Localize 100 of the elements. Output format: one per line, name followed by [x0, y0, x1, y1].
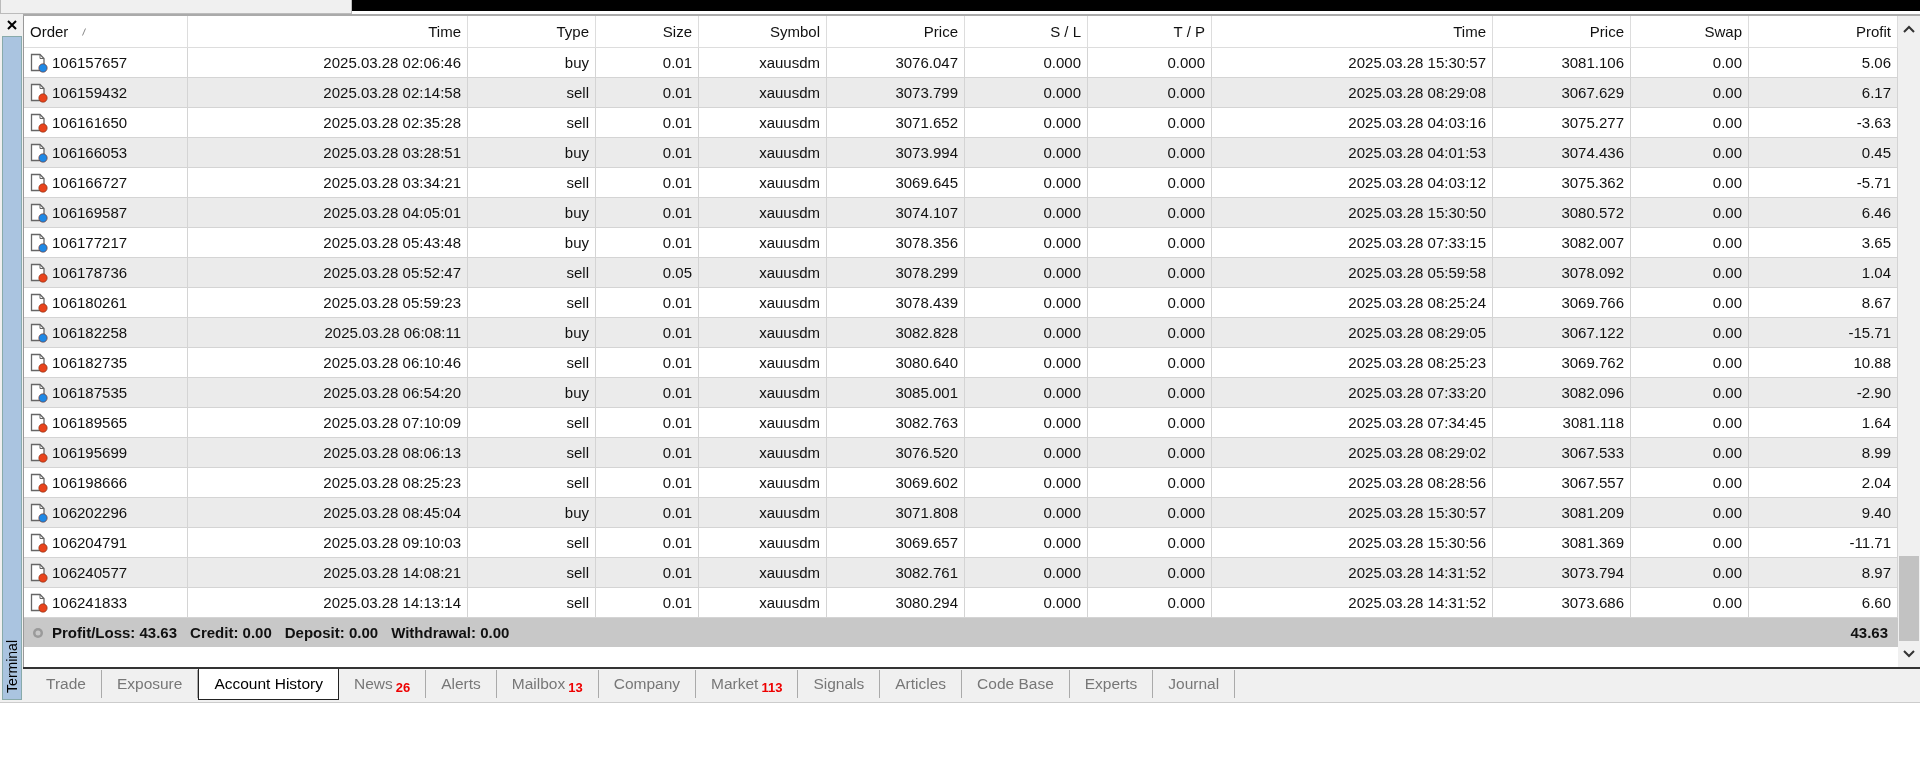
table-cell: sell — [467, 557, 596, 588]
table-cell: 0.00 — [1630, 557, 1749, 588]
table-cell: 0.01 — [595, 47, 699, 78]
table-cell: 2025.03.28 05:59:23 — [187, 287, 468, 318]
column-header[interactable]: Order — [24, 16, 188, 48]
column-header[interactable]: Swap — [1630, 16, 1749, 48]
column-header[interactable]: Price — [1492, 16, 1631, 48]
tab[interactable]: Trade — [31, 670, 102, 698]
table-cell: 2025.03.28 07:33:20 — [1211, 377, 1493, 408]
table-cell: 0.00 — [1630, 347, 1749, 378]
table-cell: 3071.808 — [826, 497, 965, 528]
column-header[interactable]: Profit — [1748, 16, 1898, 48]
summary-value: Withdrawal: 0.00 — [391, 624, 510, 641]
table-cell: 2025.03.28 14:13:14 — [187, 587, 468, 618]
table-cell: -11.71 — [1748, 527, 1898, 558]
table-cell: 3069.657 — [826, 527, 965, 558]
table-cell: xauusdm — [698, 347, 827, 378]
table-cell: 2025.03.28 05:52:47 — [187, 257, 468, 288]
table-cell: 3078.356 — [826, 227, 965, 258]
table-cell: 0.01 — [595, 287, 699, 318]
column-header[interactable]: Type — [467, 16, 596, 48]
table-cell: 0.000 — [1087, 407, 1212, 438]
table-cell: 3078.439 — [826, 287, 965, 318]
table-cell: 0.01 — [595, 167, 699, 198]
table-cell: 3067.122 — [1492, 317, 1631, 348]
column-header[interactable]: Price — [826, 16, 965, 48]
tab[interactable]: Code Base — [962, 670, 1070, 698]
unread-count: 13 — [568, 679, 583, 695]
table-cell: buy — [467, 137, 596, 168]
order-number: 106180261 — [52, 294, 128, 311]
column-header[interactable]: Time — [187, 16, 468, 48]
table-cell: 3075.277 — [1492, 107, 1631, 138]
table-cell: 3074.436 — [1492, 137, 1631, 168]
table-cell: 2025.03.28 15:30:57 — [1211, 47, 1493, 78]
tab[interactable]: Journal — [1153, 670, 1236, 698]
table-cell: 3073.799 — [826, 77, 965, 108]
total-profit: 43.63 — [1850, 624, 1888, 641]
table-cell: xauusdm — [698, 527, 827, 558]
table-cell: 3.65 — [1748, 227, 1898, 258]
table-cell: 3080.640 — [826, 347, 965, 378]
table-cell: 0.000 — [1087, 347, 1212, 378]
table-cell: xauusdm — [698, 47, 827, 78]
table-cell: 3081.369 — [1492, 527, 1631, 558]
table-cell: 6.17 — [1748, 77, 1898, 108]
table-cell: 0.00 — [1630, 407, 1749, 438]
tab[interactable]: Experts — [1069, 670, 1154, 698]
table-cell: 0.000 — [964, 47, 1088, 78]
table-cell: 0.000 — [1087, 107, 1212, 138]
table-cell: sell — [467, 257, 596, 288]
table-cell: sell — [467, 407, 596, 438]
table-cell: 2025.03.28 06:10:46 — [187, 347, 468, 378]
table-cell: 3081.118 — [1492, 407, 1631, 438]
column-header[interactable]: Time — [1211, 16, 1493, 48]
table-cell: xauusdm — [698, 557, 827, 588]
table-cell: 0.00 — [1630, 587, 1749, 618]
table-cell: 2025.03.28 08:06:13 — [187, 437, 468, 468]
column-header[interactable]: S / L — [964, 16, 1088, 48]
table-cell: xauusdm — [698, 107, 827, 138]
column-header[interactable]: Symbol — [698, 16, 827, 48]
table-cell: 3082.763 — [826, 407, 965, 438]
scroll-up-icon[interactable] — [1902, 24, 1916, 34]
table-cell: xauusdm — [698, 377, 827, 408]
order-number: 106178736 — [52, 264, 128, 281]
tab[interactable]: Articles — [880, 670, 963, 698]
column-header[interactable]: Size — [595, 16, 699, 48]
table-cell: 2025.03.28 08:25:23 — [1211, 347, 1493, 378]
order-number: 106161650 — [52, 114, 128, 131]
tab[interactable]: Account History — [198, 669, 339, 700]
table-cell: 0.000 — [1087, 377, 1212, 408]
order-number: 106187535 — [52, 384, 128, 401]
table-cell: 0.000 — [964, 467, 1088, 498]
table-cell: 2025.03.28 08:45:04 — [187, 497, 468, 528]
tab[interactable]: Signals — [798, 670, 881, 698]
table-cell: 8.97 — [1748, 557, 1898, 588]
table-cell: buy — [467, 497, 596, 528]
column-header[interactable]: T / P — [1087, 16, 1212, 48]
table-cell: 3073.794 — [1492, 557, 1631, 588]
table-cell: 0.000 — [964, 167, 1088, 198]
table-cell: 0.01 — [595, 437, 699, 468]
table-cell: 0.01 — [595, 377, 699, 408]
tab[interactable]: Company — [598, 670, 697, 698]
table-cell: 2025.03.28 04:03:12 — [1211, 167, 1493, 198]
scrollbar[interactable] — [1898, 16, 1920, 667]
table-cell: 0.000 — [1087, 167, 1212, 198]
table-cell: 6.46 — [1748, 197, 1898, 228]
table-cell: 0.000 — [1087, 527, 1212, 558]
scroll-down-icon[interactable] — [1902, 649, 1916, 659]
table-cell: 2025.03.28 07:10:09 — [187, 407, 468, 438]
table-cell: 2025.03.28 08:25:23 — [187, 467, 468, 498]
table-cell: 0.01 — [595, 497, 699, 528]
table-cell: 2025.03.28 03:34:21 — [187, 167, 468, 198]
order-number: 106157657 — [52, 54, 128, 71]
table-cell: 0.000 — [1087, 227, 1212, 258]
scroll-thumb[interactable] — [1899, 556, 1919, 641]
table-cell: 2025.03.28 08:29:08 — [1211, 77, 1493, 108]
table-cell: 0.000 — [964, 497, 1088, 528]
table-cell: 0.000 — [1087, 77, 1212, 108]
table-cell: 0.00 — [1630, 77, 1749, 108]
tab[interactable]: Alerts — [426, 670, 497, 698]
table-cell: 8.67 — [1748, 287, 1898, 318]
